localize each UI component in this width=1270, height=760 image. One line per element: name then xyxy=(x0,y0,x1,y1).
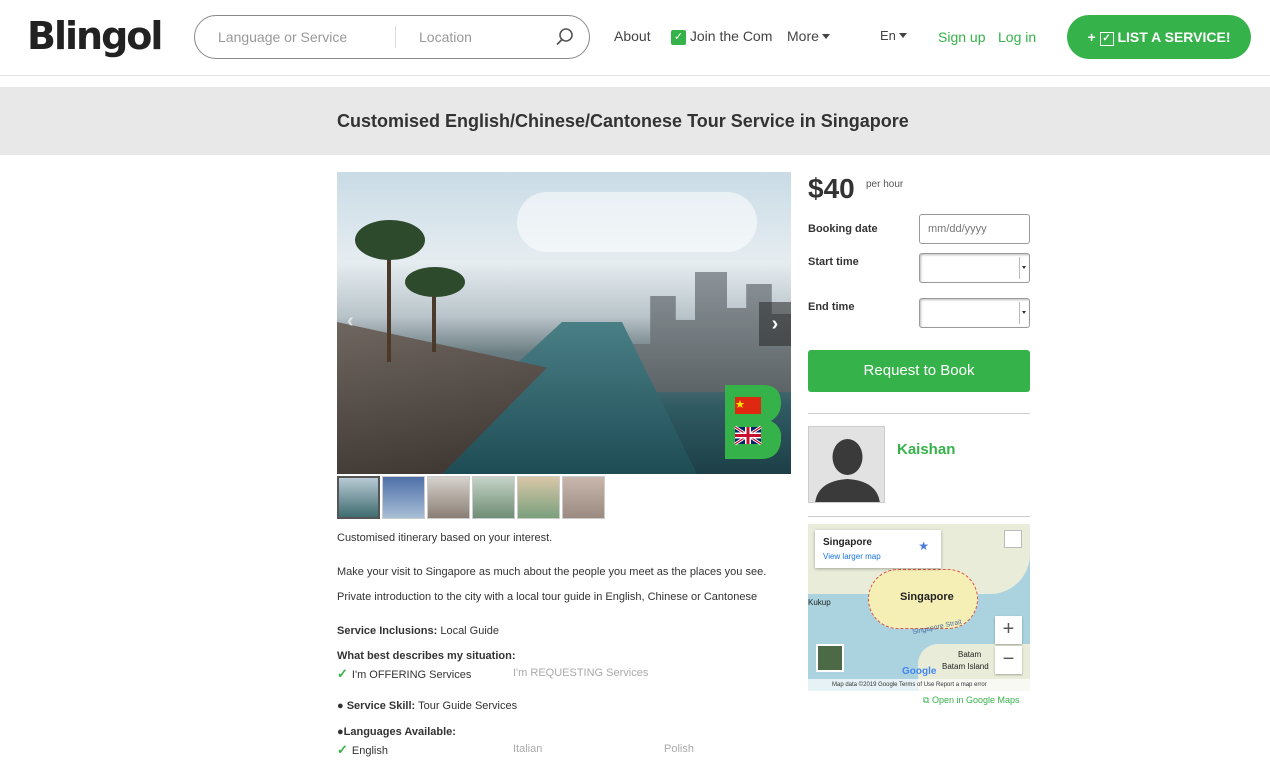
host-name[interactable]: Kaishan xyxy=(897,441,955,458)
location-search-input[interactable]: Location xyxy=(419,29,472,45)
checkmark-icon: ✓ xyxy=(337,666,348,681)
booking-date-input[interactable]: mm/dd/yyyy xyxy=(919,214,1030,244)
nav-more-dropdown[interactable]: More xyxy=(787,28,830,44)
list-service-label: LIST A SERVICE! xyxy=(1117,29,1231,45)
thumbnail-4[interactable] xyxy=(472,476,515,519)
divider xyxy=(808,516,1030,517)
offering-text: I'm OFFERING Services xyxy=(351,669,472,681)
external-link-icon: ⧉ xyxy=(923,695,930,705)
open-google-maps-label: Open in Google Maps xyxy=(931,695,1020,705)
street-view-icon[interactable] xyxy=(1004,530,1022,548)
service-inclusions: Service Inclusions: Local Guide xyxy=(337,625,499,637)
chevron-down-icon xyxy=(898,33,907,38)
bullet-icon: ● xyxy=(337,726,344,738)
blingol-logo[interactable]: Blingol xyxy=(27,14,163,58)
end-time-label: End time xyxy=(808,301,855,313)
photo-palm xyxy=(387,242,391,362)
next-arrow-icon[interactable]: › xyxy=(759,302,791,346)
languages-label-text: Languages Available: xyxy=(343,726,456,738)
nav-more-label: More xyxy=(787,28,819,44)
photo-palm-fronds xyxy=(405,267,465,297)
price-unit: per hour xyxy=(866,179,904,190)
search-icon[interactable] xyxy=(555,27,575,47)
top-header: Blingol Language or Service Location Abo… xyxy=(0,0,1270,76)
zoom-out-button[interactable]: − xyxy=(995,646,1022,674)
user-silhouette-icon xyxy=(815,439,880,502)
inclusions-value: Local Guide xyxy=(440,625,500,637)
description-p3: Private introduction to the city with a … xyxy=(337,591,758,603)
map-batam-island-label: Batam Island xyxy=(942,662,989,671)
title-band: Customised English/Chinese/Cantonese Tou… xyxy=(0,87,1270,155)
dropdown-arrow-icon xyxy=(1019,257,1027,279)
location-map[interactable]: Singapore View larger map ★ Singapore Si… xyxy=(808,524,1030,691)
language-flags-badge xyxy=(725,385,781,459)
log-in-link[interactable]: Log in xyxy=(998,29,1036,45)
checkmark-icon: ✓ xyxy=(1099,32,1114,46)
thumbnail-5[interactable] xyxy=(517,476,560,519)
divider xyxy=(808,413,1030,414)
language-dropdown[interactable]: En xyxy=(880,28,907,43)
search-divider xyxy=(395,26,396,48)
service-skill: ● Service Skill: Tour Guide Services xyxy=(337,700,517,712)
dropdown-arrow-icon xyxy=(1019,302,1027,324)
chevron-down-icon xyxy=(821,34,830,39)
photo-palm-fronds xyxy=(355,220,425,260)
languages-label: ●Languages Available: xyxy=(337,726,456,738)
checkmark-icon: ✓ xyxy=(337,742,348,757)
satellite-toggle[interactable] xyxy=(816,644,844,672)
language-search-input[interactable]: Language or Service xyxy=(218,29,347,45)
skill-value: Tour Guide Services xyxy=(418,700,518,712)
start-time-select[interactable] xyxy=(919,253,1030,283)
language-english: English xyxy=(351,745,388,757)
photo-thumbnails xyxy=(337,476,617,520)
zoom-in-button[interactable]: + xyxy=(995,616,1022,644)
description-p1: Customised itinerary based on your inter… xyxy=(337,532,553,544)
language-italian: Italian xyxy=(513,743,543,755)
sign-up-link[interactable]: Sign up xyxy=(938,29,985,45)
situation-label-text: What best describes my situation: xyxy=(337,650,516,662)
star-icon[interactable]: ★ xyxy=(918,539,929,553)
request-to-book-button[interactable]: Request to Book xyxy=(808,350,1030,392)
photo-cloud xyxy=(517,192,757,252)
google-logo: Google xyxy=(902,666,937,677)
language-polish: Polish xyxy=(664,743,694,755)
map-batam-label: Batam xyxy=(958,650,982,659)
checkmark-icon: ✓ xyxy=(671,30,686,45)
end-time-select[interactable] xyxy=(919,298,1030,328)
map-footer: Map data ©2019 Google Terms of Use Repor… xyxy=(808,679,1030,691)
list-service-button[interactable]: + ✓ LIST A SERVICE! xyxy=(1067,15,1251,59)
price: $40 xyxy=(808,173,855,204)
view-larger-map-link[interactable]: View larger map xyxy=(823,552,881,561)
skill-label: Service Skill: xyxy=(346,700,416,712)
situation-offering: ✓ I'm OFFERING Services xyxy=(337,666,471,682)
language-label: En xyxy=(880,28,896,43)
open-in-google-maps-link[interactable]: ⧉ Open in Google Maps xyxy=(923,695,1020,706)
service-photo: ‹ › xyxy=(337,172,791,474)
previous-arrow-icon[interactable]: ‹ xyxy=(347,310,354,333)
bullet-icon: ● xyxy=(337,700,344,712)
language-item: ✓ English xyxy=(337,742,388,758)
map-kukup-label: Kukup xyxy=(808,598,831,607)
nav-join-label: Join the Com xyxy=(689,28,773,44)
start-time-label: Start time xyxy=(808,256,859,268)
page-title: Customised English/Chinese/Cantonese Tou… xyxy=(337,111,909,131)
thumbnail-6[interactable] xyxy=(562,476,605,519)
host-avatar[interactable] xyxy=(808,426,885,503)
nav-about[interactable]: About xyxy=(614,28,651,44)
map-popup-title: Singapore xyxy=(823,537,872,548)
map-city-label: Singapore xyxy=(900,591,954,603)
thumbnail-1[interactable] xyxy=(337,476,380,519)
situation-requesting: I'm REQUESTING Services xyxy=(513,667,649,679)
thumbnail-2[interactable] xyxy=(382,476,425,519)
inclusions-label: Service Inclusions: xyxy=(337,625,438,637)
booking-date-label: Booking date xyxy=(808,223,878,235)
map-info-popup: Singapore View larger map ★ xyxy=(815,530,941,568)
logo-text: Blingol xyxy=(27,14,163,58)
thumbnail-3[interactable] xyxy=(427,476,470,519)
description-p2: Make your visit to Singapore as much abo… xyxy=(337,566,767,578)
nav-join-community[interactable]: ✓ Join the Com xyxy=(671,28,775,45)
search-bar[interactable]: Language or Service Location xyxy=(194,15,590,59)
situation-label: What best describes my situation: xyxy=(337,650,515,662)
